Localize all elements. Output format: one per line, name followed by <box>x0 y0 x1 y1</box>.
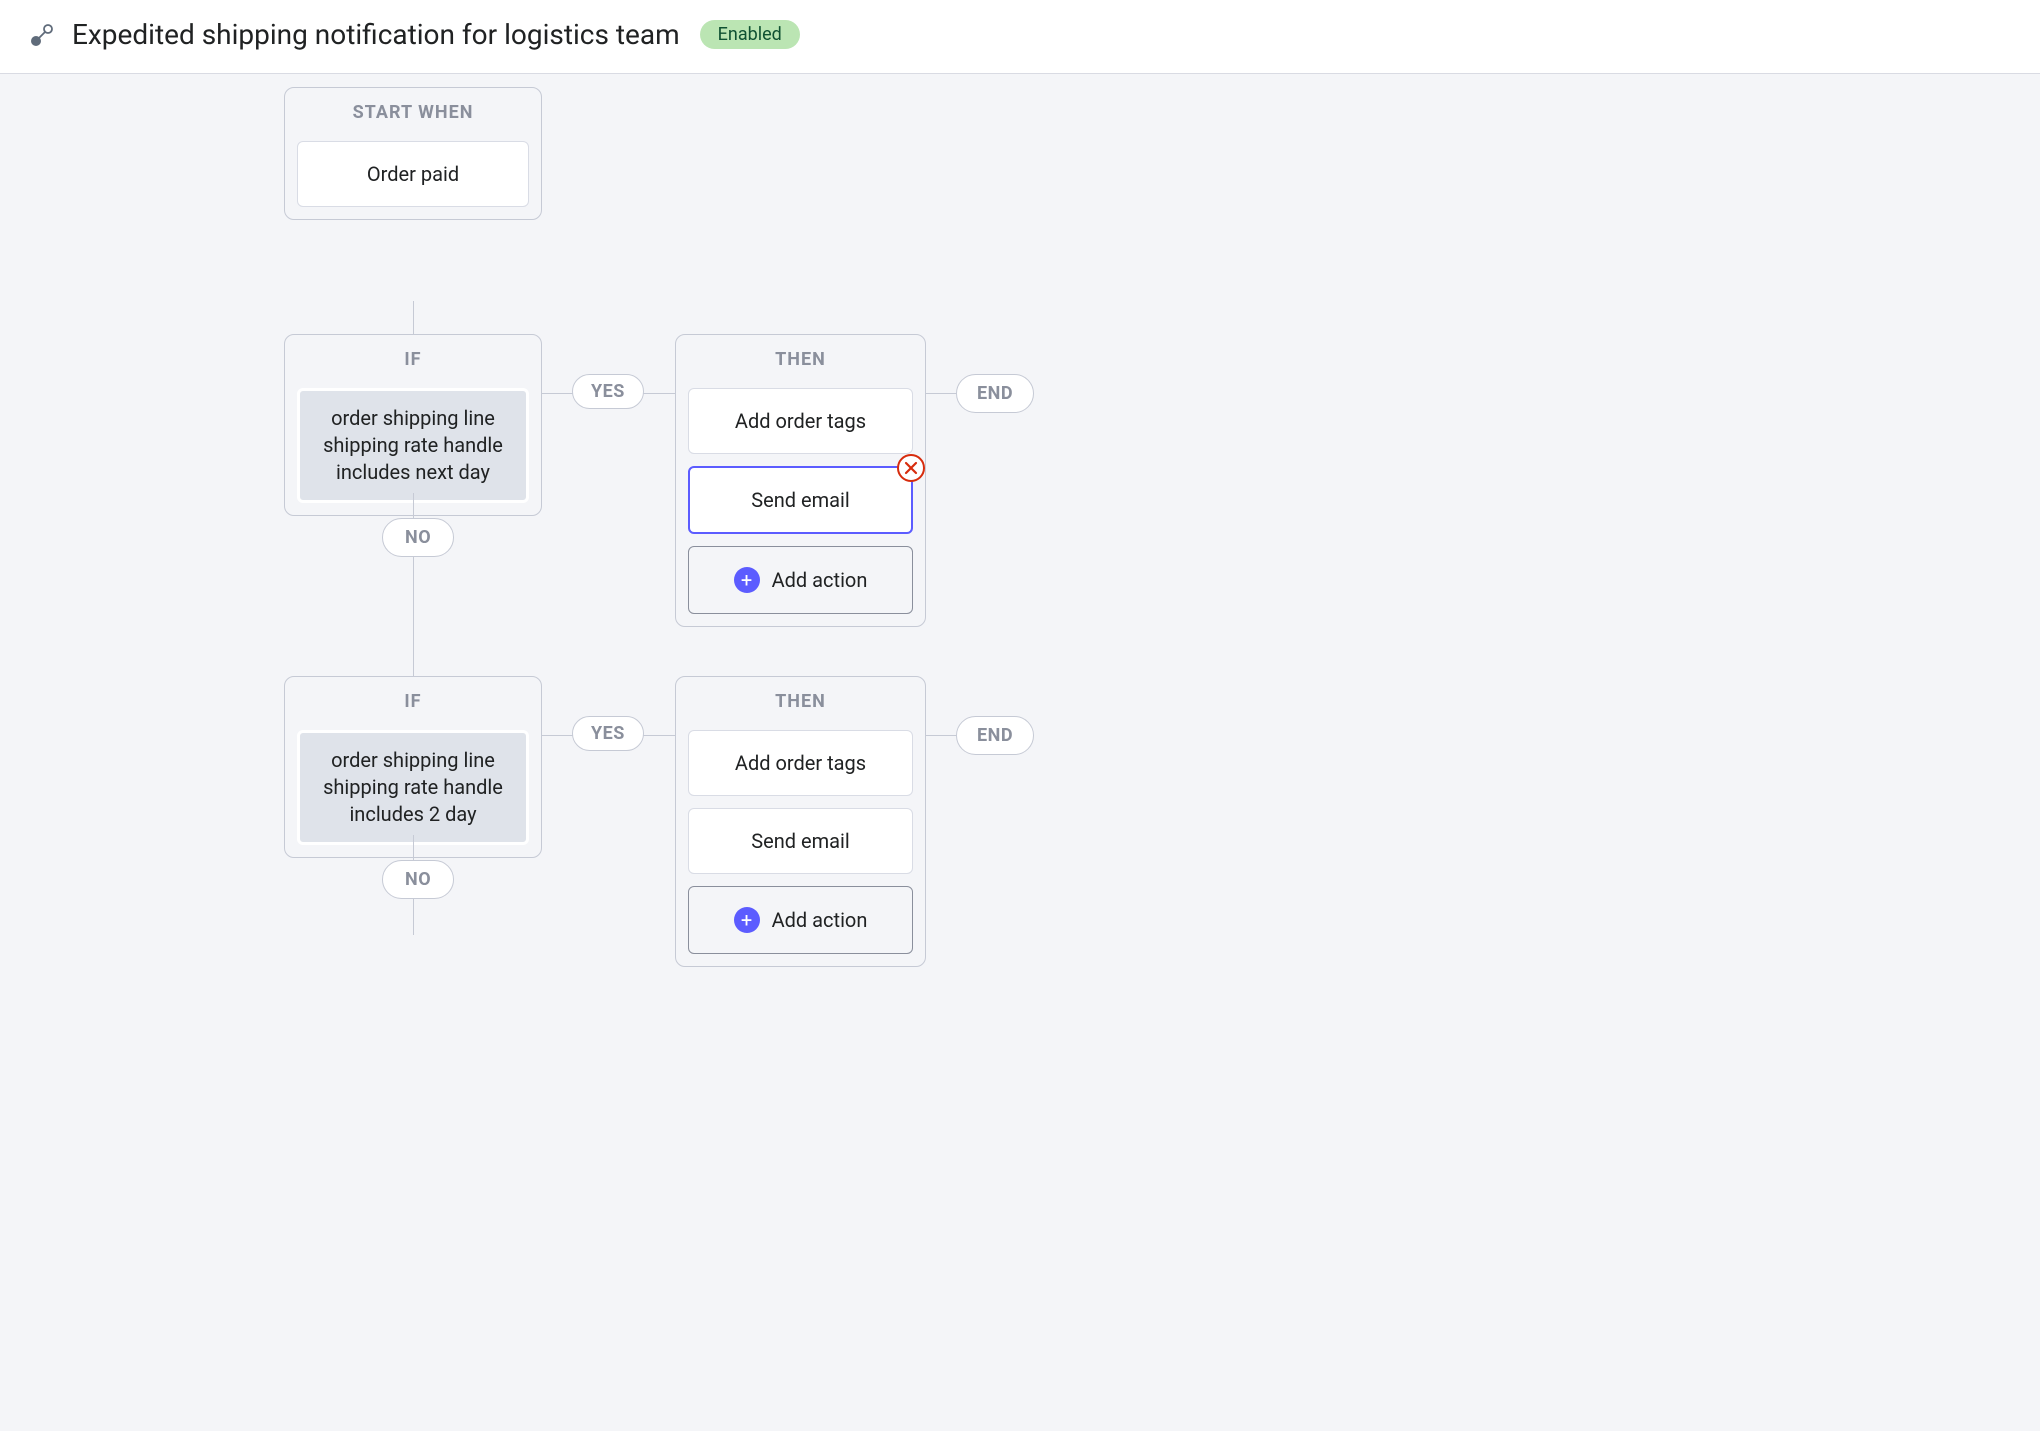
no-label-1: NO <box>382 518 454 557</box>
plus-icon: + <box>734 907 760 933</box>
add-action-button-2[interactable]: + Add action <box>688 886 913 954</box>
node-header-if-2: IF <box>285 677 541 730</box>
trigger-node[interactable]: START WHEN Order paid <box>284 87 542 220</box>
yes-label-1: YES <box>572 374 644 409</box>
plus-icon: + <box>734 567 760 593</box>
action-send-email-2[interactable]: Send email <box>688 808 913 874</box>
workflow-canvas[interactable]: START WHEN Order paid IF order shipping … <box>0 74 2040 1431</box>
condition-text-2[interactable]: order shipping line ship­ping rate handl… <box>297 730 529 845</box>
condition-text-1[interactable]: order shipping line ship­ping rate handl… <box>297 388 529 503</box>
add-action-label: Add action <box>772 568 868 592</box>
end-label-2: END <box>956 716 1034 755</box>
trigger-event[interactable]: Order paid <box>297 141 529 207</box>
workflow-icon <box>28 21 56 49</box>
node-header-start-when: START WHEN <box>285 88 541 141</box>
node-header-if: IF <box>285 335 541 388</box>
node-header-then: THEN <box>676 335 925 388</box>
status-badge: Enabled <box>700 20 800 49</box>
page-title: Expedited shipping notification for logi… <box>72 18 680 51</box>
delete-action-button[interactable] <box>897 454 925 482</box>
action-send-email-1[interactable]: Send email <box>688 466 913 534</box>
condition-node-1[interactable]: IF order shipping line ship­ping rate ha… <box>284 334 542 516</box>
page-header: Expedited shipping notification for logi… <box>0 0 2040 74</box>
no-label-2: NO <box>382 860 454 899</box>
add-action-button-1[interactable]: + Add action <box>688 546 913 614</box>
action-add-order-tags-2[interactable]: Add order tags <box>688 730 913 796</box>
action-send-email-1-label: Send email <box>751 488 850 512</box>
end-label-1: END <box>956 374 1034 413</box>
connector <box>413 301 414 334</box>
then-node-1[interactable]: THEN Add order tags Send email + Add act… <box>675 334 926 627</box>
action-add-order-tags-1[interactable]: Add order tags <box>688 388 913 454</box>
condition-node-2[interactable]: IF order shipping line ship­ping rate ha… <box>284 676 542 858</box>
add-action-label-2: Add action <box>772 908 868 932</box>
node-header-then-2: THEN <box>676 677 925 730</box>
then-node-2[interactable]: THEN Add order tags Send email + Add act… <box>675 676 926 967</box>
yes-label-2: YES <box>572 716 644 751</box>
